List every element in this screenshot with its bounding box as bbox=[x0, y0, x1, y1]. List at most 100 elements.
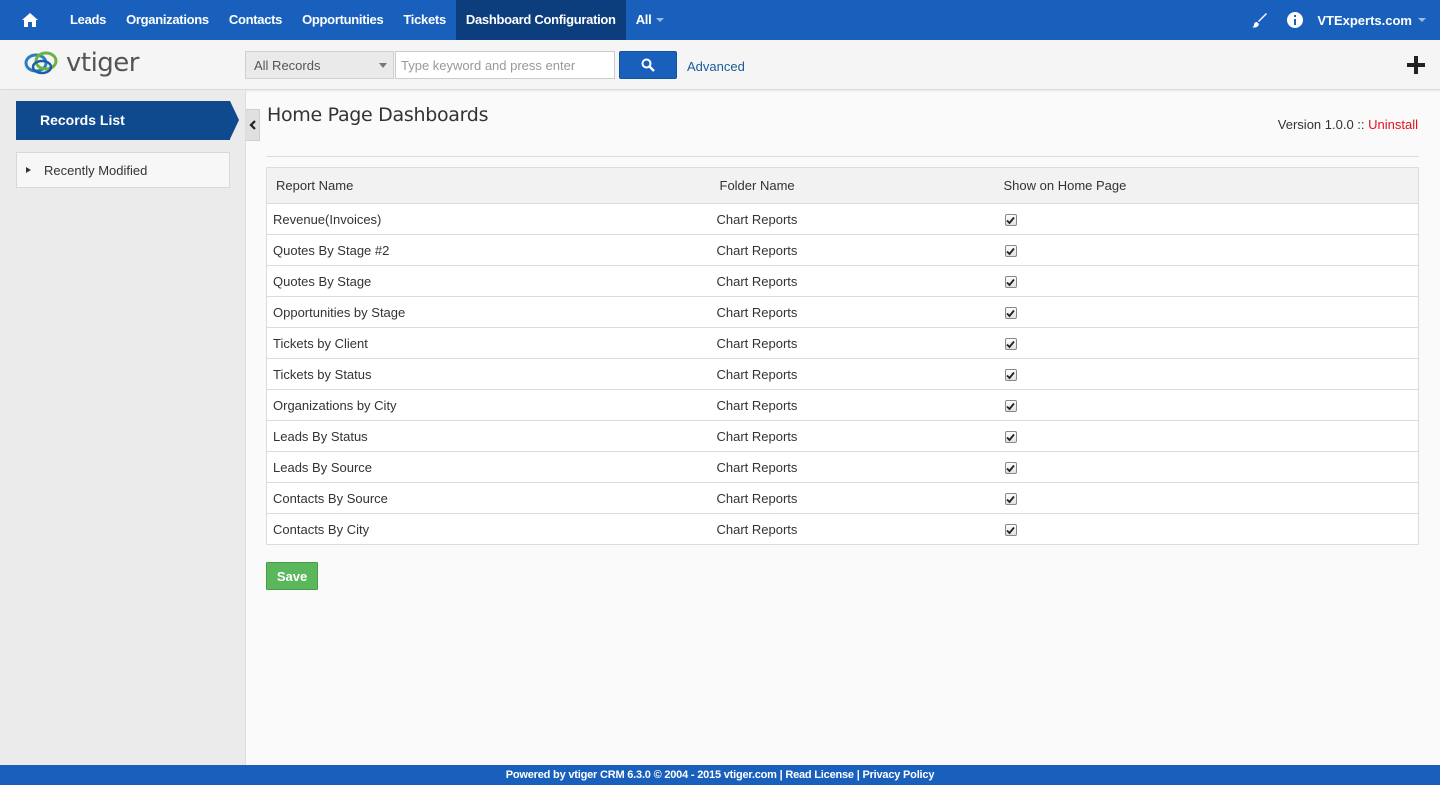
divider bbox=[266, 156, 1419, 157]
nav-item-organizations[interactable]: Organizations bbox=[116, 0, 219, 40]
show-on-home-checkbox[interactable] bbox=[1004, 307, 1017, 320]
sidebar: Records List Recently Modified bbox=[0, 91, 246, 765]
show-on-home-cell bbox=[1003, 265, 1419, 297]
records-list-header: Records List bbox=[16, 101, 239, 140]
folder-name-cell: Chart Reports bbox=[716, 521, 798, 537]
show-on-home-checkbox[interactable] bbox=[1004, 431, 1017, 444]
nav-item-opportunities[interactable]: Opportunities bbox=[292, 0, 393, 40]
search-icon bbox=[641, 58, 655, 72]
table-row: Leads By Status Chart Reports bbox=[266, 420, 1419, 452]
nav-item-tickets[interactable]: Tickets bbox=[393, 0, 455, 40]
check-icon bbox=[1006, 216, 1015, 224]
vtiger-logo[interactable]: vtiger bbox=[22, 48, 140, 78]
folder-name-cell: Chart Reports bbox=[716, 482, 1004, 514]
folder-name-cell: Chart Reports bbox=[716, 358, 1004, 390]
nav-item-leads[interactable]: Leads bbox=[60, 0, 116, 40]
table-header-row: Report Name Folder Name Show on Home Pag… bbox=[266, 167, 1419, 204]
check-icon bbox=[1006, 433, 1015, 441]
folder-name-cell: Chart Reports bbox=[716, 296, 1004, 328]
sidebar-item-label: Recently Modified bbox=[44, 162, 148, 178]
nav-item-contacts[interactable]: Contacts bbox=[219, 0, 292, 40]
show-on-home-checkbox[interactable] bbox=[1004, 338, 1017, 351]
table-row: Organizations by City Chart Reports bbox=[266, 389, 1419, 421]
check-icon bbox=[1006, 309, 1015, 317]
folder-name-cell: Chart Reports bbox=[716, 420, 1004, 452]
advanced-search-link[interactable]: Advanced bbox=[687, 59, 745, 74]
check-icon bbox=[1006, 371, 1015, 379]
show-on-home-cell bbox=[1003, 358, 1419, 390]
logo-icon bbox=[24, 51, 58, 75]
chevron-down-icon bbox=[1418, 18, 1426, 22]
table-row: Revenue(Invoices) Chart Reports bbox=[266, 203, 1419, 235]
table-row: Contacts By City Chart Reports bbox=[267, 514, 1419, 545]
show-on-home-checkbox[interactable] bbox=[1004, 276, 1017, 289]
show-on-home-cell bbox=[1004, 514, 1419, 545]
nav-item-dashboard-configuration[interactable]: Dashboard Configuration bbox=[455, 0, 626, 40]
show-on-home-cell bbox=[1003, 420, 1419, 452]
show-on-home-cell bbox=[1003, 389, 1419, 421]
table-row: Tickets by Status Chart Reports bbox=[266, 358, 1419, 390]
show-on-home-checkbox[interactable] bbox=[1004, 400, 1017, 413]
sidebar-item-recently-modified[interactable]: Recently Modified bbox=[16, 152, 230, 188]
report-name-cell: Revenue(Invoices) bbox=[266, 203, 717, 235]
table-row: Tickets by Client Chart Reports bbox=[266, 327, 1419, 359]
check-icon bbox=[1006, 278, 1015, 286]
folder-name-cell: Chart Reports bbox=[716, 451, 1004, 483]
save-button[interactable]: Save bbox=[266, 562, 318, 590]
records-filter-select[interactable]: All Records bbox=[245, 51, 394, 79]
check-icon bbox=[1006, 464, 1015, 472]
column-header-show-on-home: Show on Home Page bbox=[1003, 167, 1419, 204]
report-name-cell: Leads By Source bbox=[266, 451, 717, 483]
sidebar-toggle-button[interactable] bbox=[246, 109, 260, 141]
show-on-home-cell bbox=[1003, 327, 1419, 359]
info-icon bbox=[1287, 12, 1304, 28]
footer: Powered by vtiger CRM 6.3.0 © 2004 - 201… bbox=[0, 765, 1440, 785]
folder-name-cell: Chart Reports bbox=[716, 203, 1004, 235]
table-row: Leads By Source Chart Reports bbox=[266, 451, 1419, 483]
show-on-home-cell bbox=[1003, 203, 1419, 235]
info-button[interactable] bbox=[1277, 0, 1313, 40]
paintbrush-icon bbox=[1252, 13, 1268, 28]
folder-name-cell: Chart Reports bbox=[716, 265, 1004, 297]
chevron-down-icon bbox=[656, 18, 665, 22]
uninstall-link[interactable]: Uninstall bbox=[1368, 117, 1418, 132]
report-name-cell: Quotes By Stage bbox=[266, 265, 717, 297]
search-button[interactable] bbox=[619, 51, 677, 79]
table-row: Contacts By Source Chart Reports bbox=[266, 482, 1419, 514]
check-icon bbox=[1006, 526, 1015, 534]
show-on-home-checkbox[interactable] bbox=[1004, 462, 1017, 475]
theme-button[interactable] bbox=[1241, 0, 1277, 40]
column-header-folder-name: Folder Name bbox=[716, 167, 1004, 204]
top-nav: Leads Organizations Contacts Opportunities T… bbox=[0, 0, 1440, 40]
version-info: Version 1.0.0 :: Uninstall bbox=[1278, 117, 1418, 132]
search-input[interactable] bbox=[395, 51, 615, 79]
user-menu[interactable]: VTExperts.com bbox=[1313, 13, 1426, 28]
check-icon bbox=[1006, 495, 1015, 503]
show-on-home-cell bbox=[1003, 296, 1419, 328]
show-on-home-checkbox[interactable] bbox=[1004, 369, 1017, 382]
report-name-cell: Organizations by City bbox=[266, 389, 717, 421]
page-title: Home Page Dashboards bbox=[267, 104, 489, 126]
report-name-cell: Contacts By City bbox=[273, 521, 370, 537]
home-button[interactable] bbox=[0, 0, 60, 40]
show-on-home-checkbox[interactable] bbox=[1004, 245, 1017, 258]
chevron-down-icon bbox=[379, 63, 387, 68]
show-on-home-checkbox[interactable] bbox=[1004, 524, 1017, 537]
user-name: VTExperts.com bbox=[1317, 12, 1412, 28]
show-on-home-cell bbox=[1003, 234, 1419, 266]
version-text: Version 1.0.0 :: bbox=[1277, 117, 1369, 132]
check-icon bbox=[1006, 247, 1015, 255]
show-on-home-checkbox[interactable] bbox=[1004, 493, 1017, 506]
caret-right-icon bbox=[26, 167, 31, 173]
table-row: Quotes By Stage #2 Chart Reports bbox=[266, 234, 1419, 266]
nav-all-label: All bbox=[635, 12, 652, 27]
folder-name-cell: Chart Reports bbox=[716, 327, 1004, 359]
show-on-home-checkbox[interactable] bbox=[1004, 214, 1017, 227]
search-bar: vtiger All Records Advanced bbox=[0, 40, 1440, 90]
nav-all-menu[interactable]: All bbox=[626, 0, 675, 40]
report-name-cell: Quotes By Stage #2 bbox=[266, 234, 717, 266]
show-on-home-cell bbox=[1003, 451, 1419, 483]
plus-icon[interactable] bbox=[1406, 55, 1426, 75]
reports-table: Report Name Folder Name Show on Home Pag… bbox=[266, 167, 1419, 545]
check-icon bbox=[1006, 402, 1015, 410]
